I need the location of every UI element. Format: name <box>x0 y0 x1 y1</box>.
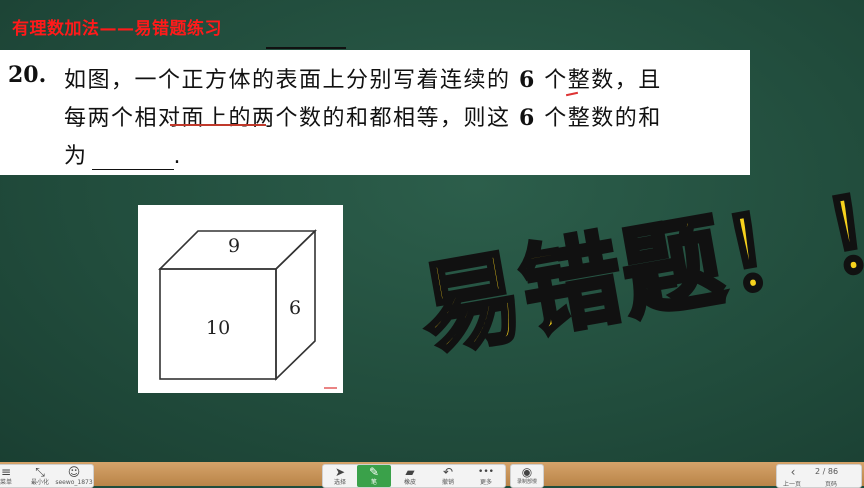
pen-tool-label: 笔 <box>370 479 377 486</box>
record-tool-group: ◉ 录制部慢 <box>510 464 544 488</box>
cube-drawing <box>158 229 337 389</box>
question-text: 每两个相对面上的两个数的和都相等，则这 <box>64 106 519 131</box>
question-number-value: 6 <box>519 105 536 131</box>
undo-icon: ↶ <box>442 465 454 479</box>
question-text: 个整数的和 <box>535 106 662 131</box>
cube-front-label: 10 <box>206 317 231 339</box>
record-label: 录制部慢 <box>516 479 537 485</box>
page-label: 页码 <box>825 481 838 488</box>
menu-label: 菜单 <box>0 479 12 486</box>
annotation-underline <box>170 124 266 126</box>
undo-button[interactable]: ↶ 撤销 <box>429 465 467 487</box>
eraser-tool-label: 橡皮 <box>403 479 416 486</box>
cube-figure: 9 10 6 <box>138 205 343 393</box>
page-count[interactable]: 2 / 86 <box>815 467 838 476</box>
pen-icon: ✎ <box>368 465 380 479</box>
page-navigator: ‹ 上一页 2 / 86 页码 <box>776 464 862 488</box>
question-text: . <box>173 144 183 169</box>
answer-blank <box>91 149 174 170</box>
eraser-icon: ▰ <box>405 465 415 479</box>
record-icon: ◉ <box>521 465 533 479</box>
prev-page-icon[interactable]: ‹ <box>781 465 805 479</box>
question-text: 如图，一个正方体的表面上分别写着连续的 <box>64 68 519 93</box>
question-card: 20. 如图，一个正方体的表面上分别写着连续的 6 个整数，且 每两个相对面上的… <box>0 50 750 175</box>
lesson-title: 有理数加法——易错题练习 <box>12 19 222 39</box>
record-button[interactable]: ◉ 录制部慢 <box>511 465 543 487</box>
question-line-3: 为. <box>64 138 182 170</box>
question-text: 为 <box>64 144 88 169</box>
more-button[interactable]: ••• 更多 <box>467 465 505 487</box>
pen-tool-button[interactable]: ✎ 笔 <box>357 465 391 487</box>
user-name-label: seewo_1873 <box>55 479 93 486</box>
eraser-tool-button[interactable]: ▰ 橡皮 <box>391 465 429 487</box>
undo-label: 撤销 <box>441 479 454 486</box>
cursor-icon: ➤ <box>334 465 346 479</box>
question-number: 20. <box>8 62 47 88</box>
minimize-button[interactable]: ⤡ 最小化 <box>25 465 55 487</box>
left-tool-group: ≡ 菜单 ⤡ 最小化 ☺ seewo_1873 <box>0 464 94 488</box>
menu-button[interactable]: ≡ 菜单 <box>0 465 25 487</box>
cube-top-label: 9 <box>228 235 241 257</box>
user-account-button[interactable]: ☺ seewo_1873 <box>55 465 93 487</box>
cube-side-label: 6 <box>289 297 302 319</box>
question-text: 个整数，且 <box>535 68 662 93</box>
avatar-icon: ☺ <box>67 465 81 479</box>
bottom-toolbar: ≡ 菜单 ⤡ 最小化 ☺ seewo_1873 ➤ 选择 ✎ 笔 ▰ 橡皮 ↶ … <box>0 462 864 488</box>
center-tool-group: ➤ 选择 ✎ 笔 ▰ 橡皮 ↶ 撤销 ••• 更多 <box>322 464 506 488</box>
title-underline <box>266 47 346 49</box>
minimize-icon: ⤡ <box>35 465 45 479</box>
question-number-value: 6 <box>519 67 536 93</box>
question-line-1: 如图，一个正方体的表面上分别写着连续的 6 个整数，且 <box>64 62 662 94</box>
prev-page-label[interactable]: 上一页 <box>783 479 801 488</box>
question-line-2: 每两个相对面上的两个数的和都相等，则这 6 个整数的和 <box>64 100 662 132</box>
more-label: 更多 <box>479 479 492 486</box>
more-icon: ••• <box>478 467 494 477</box>
select-tool-label: 选择 <box>333 479 346 486</box>
minimize-label: 最小化 <box>30 479 49 486</box>
select-tool-button[interactable]: ➤ 选择 <box>323 465 357 487</box>
menu-icon: ≡ <box>0 465 12 479</box>
